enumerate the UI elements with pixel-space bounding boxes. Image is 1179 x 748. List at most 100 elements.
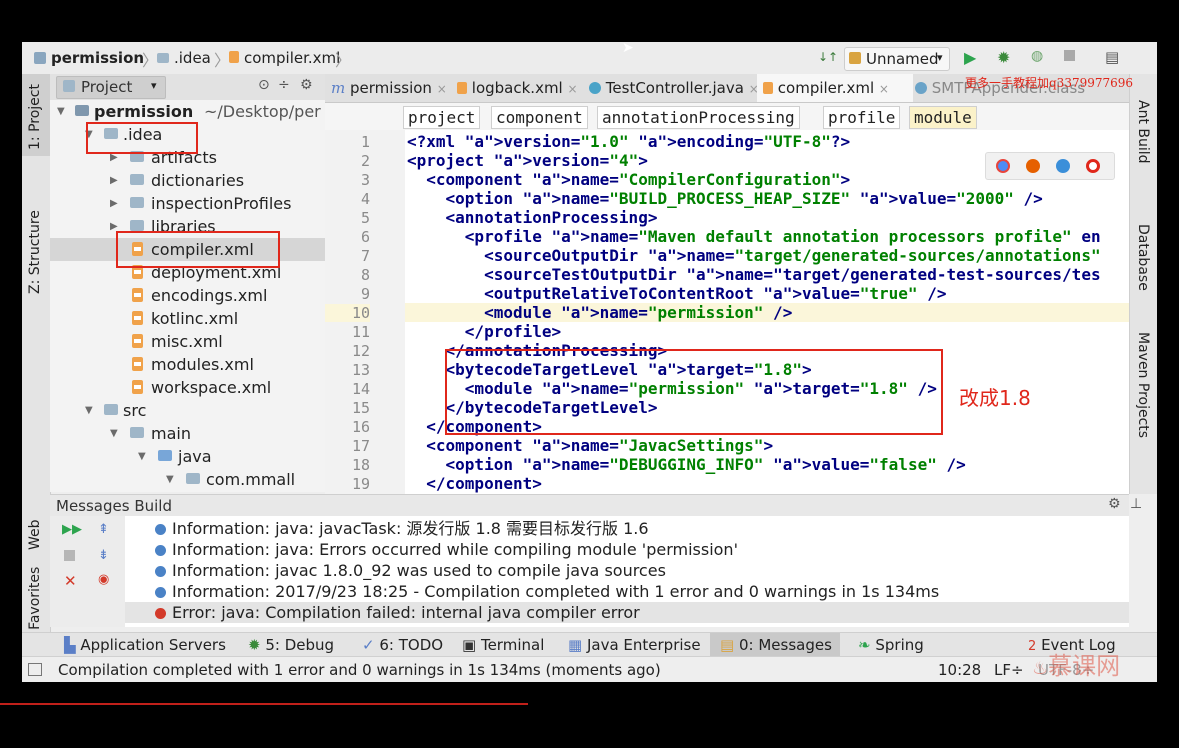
message-item[interactable]: Information: java: javacTask: 源发行版 1.8 需… [125, 518, 1129, 539]
tree-item-main[interactable]: ▼ main [50, 422, 325, 445]
debug-icon[interactable]: ✹ [997, 48, 1010, 67]
toggle-tool-windows-icon[interactable] [28, 663, 42, 676]
project-panel-header: Project ▾ ⊙ ÷ ⚙ [50, 74, 325, 101]
close-icon[interactable]: ✕ [64, 572, 77, 590]
run-config-select[interactable]: Unnamed ▾ [844, 47, 950, 71]
messages-panel-title: Messages Build [56, 497, 172, 515]
tree-item-java[interactable]: ▼ java [50, 445, 325, 468]
run-icon[interactable]: ▶ [964, 48, 976, 67]
xml-crumb-module[interactable]: module [909, 106, 977, 129]
collapse-all-icon[interactable]: ⇟ [98, 548, 109, 563]
collapse-all-icon[interactable]: ÷ [278, 77, 290, 93]
tab-messages[interactable]: ▤ 0: Messages [710, 633, 840, 657]
expand-all-icon[interactable]: ⇞ [98, 522, 109, 537]
chrome-icon[interactable] [996, 159, 1010, 173]
tree-item-workspace-xml[interactable]: workspace.xml [50, 376, 325, 399]
structure-tool-label: Z: Structure [27, 210, 43, 294]
message-text: Information: java: javacTask: 源发行版 1.8 需… [172, 519, 649, 538]
video-progress-bar[interactable] [0, 703, 528, 705]
line-number: 16 [351, 418, 370, 436]
watermark-text: 更多一手教程加q3379977696 [965, 76, 1134, 90]
tab-label: permission [350, 79, 432, 97]
message-text: Information: 2017/9/23 18:25 - Compilati… [172, 582, 940, 601]
settings-icon[interactable]: ⚙ [1108, 496, 1121, 512]
xml-crumb-profile[interactable]: profile [823, 106, 901, 129]
folder-icon [157, 53, 169, 63]
tree-item-src[interactable]: ▼ src [50, 399, 325, 422]
message-item-error[interactable]: Error: java: Compilation failed: interna… [125, 602, 1129, 623]
tree-item-kotlinc-xml[interactable]: kotlinc.xml [50, 307, 325, 330]
breadcrumb-module[interactable]: permission [34, 49, 144, 67]
tab-permission[interactable]: m permission × [325, 74, 455, 102]
tab-testcontroller-java[interactable]: TestController.java × [583, 74, 761, 102]
code-line: <option "a">name="BUILD_PROCESS_HEAP_SIZ… [407, 189, 1043, 208]
logo-text: 慕课网 [1048, 652, 1121, 680]
stop-icon[interactable] [1064, 50, 1075, 61]
tab-logback-xml[interactable]: logback.xml × [451, 74, 587, 102]
breadcrumb-file[interactable]: compiler.xml [229, 49, 340, 67]
terminal-icon: ▣ [462, 636, 477, 654]
error-filter-icon[interactable]: ◉ [98, 572, 109, 587]
tree-item-com-mmall[interactable]: ▼ com.mmall [50, 468, 325, 491]
breadcrumb-idea[interactable]: .idea [157, 49, 211, 67]
tab-java-enterprise[interactable]: ▦ Java Enterprise [568, 633, 701, 657]
hide-panel-icon[interactable]: ⊥ [1130, 496, 1142, 512]
breadcrumb-separator: 〉 [214, 51, 231, 70]
database-tool-button[interactable]: Database [1130, 216, 1157, 306]
tab-debug[interactable]: ✹ 5: Debug [248, 633, 334, 657]
message-item[interactable]: Information: javac 1.8.0_92 was used to … [125, 560, 1129, 581]
tab-compiler-xml[interactable]: compiler.xml × [757, 74, 913, 102]
close-icon[interactable]: × [879, 82, 889, 96]
xml-crumb-annotationprocessing[interactable]: annotationProcessing [597, 106, 800, 129]
settings-icon[interactable]: ⚙ [300, 77, 313, 93]
line-number: 14 [351, 380, 370, 398]
close-icon[interactable]: × [437, 82, 447, 96]
project-structure-icon[interactable]: ▤ [1105, 48, 1119, 66]
java-enterprise-icon: ▦ [568, 636, 583, 654]
caret-position[interactable]: 10:28 [938, 661, 981, 679]
firefox-icon[interactable] [1026, 159, 1040, 173]
code-editor[interactable]: <?xml "a">version="1.0" "a">encoding="UT… [405, 130, 1129, 494]
tree-item-dictionaries[interactable]: ▶ dictionaries [50, 169, 325, 192]
rerun-icon[interactable]: ▶▶ [62, 522, 82, 537]
xml-crumb-project[interactable]: project [403, 106, 481, 129]
maven-tool-button[interactable]: Maven Projects [1130, 324, 1157, 444]
coverage-icon[interactable]: ◍ [1031, 48, 1043, 64]
tab-spring[interactable]: ❧ Spring [858, 633, 924, 657]
web-tool-button[interactable]: Web [22, 504, 50, 554]
tab-application-servers[interactable]: ▙ Application Servers [64, 633, 226, 657]
chevron-down-icon: ▾ [937, 51, 943, 64]
breadcrumb-separator: 〉 [142, 51, 159, 70]
code-line: <project "a">version="4"> [407, 151, 648, 170]
tree-item-modules-xml[interactable]: modules.xml [50, 353, 325, 376]
project-tool-button[interactable]: 1: Project [22, 74, 50, 156]
tab-label: Java Enterprise [586, 636, 701, 654]
xml-crumb-component[interactable]: component [491, 106, 588, 129]
editor-tabs: m permission × logback.xml × TestControl… [325, 74, 1133, 103]
tab-label: TestController.java [605, 79, 744, 97]
expanded-arrow-icon: ▼ [85, 405, 93, 416]
line-number: 3 [360, 171, 370, 189]
vcs-update-icon[interactable]: ↓↑ [818, 50, 838, 64]
scroll-from-source-icon[interactable]: ⊙ [258, 77, 270, 93]
line-separator[interactable]: LF÷ [994, 661, 1024, 679]
message-item[interactable]: Information: 2017/9/23 18:25 - Compilati… [125, 581, 1129, 602]
close-icon[interactable]: × [568, 82, 578, 96]
tree-item-inspectionprofiles[interactable]: ▶ inspectionProfiles [50, 192, 325, 215]
tree-item-misc-xml[interactable]: misc.xml [50, 330, 325, 353]
structure-tool-button[interactable]: Z: Structure [22, 202, 50, 298]
tab-terminal[interactable]: ▣ Terminal [462, 633, 544, 657]
browser-preview-bar [985, 152, 1115, 180]
safari-icon[interactable] [1056, 159, 1070, 173]
line-number: 4 [360, 190, 370, 208]
project-view-select[interactable]: Project ▾ [56, 76, 166, 99]
ant-build-tool-button[interactable]: Ant Build [1130, 92, 1157, 182]
expanded-arrow-icon: ▼ [57, 106, 65, 117]
opera-icon[interactable] [1086, 159, 1100, 173]
tree-item-encodings-xml[interactable]: encodings.xml [50, 284, 325, 307]
tree-item-permission[interactable]: ▼ permission ~/Desktop/per [50, 100, 325, 123]
message-item[interactable]: Information: java: Errors occurred while… [125, 539, 1129, 560]
stop-icon[interactable] [64, 550, 75, 561]
tab-todo[interactable]: ✓ 6: TODO [362, 633, 443, 657]
xml-file-icon [132, 334, 143, 348]
